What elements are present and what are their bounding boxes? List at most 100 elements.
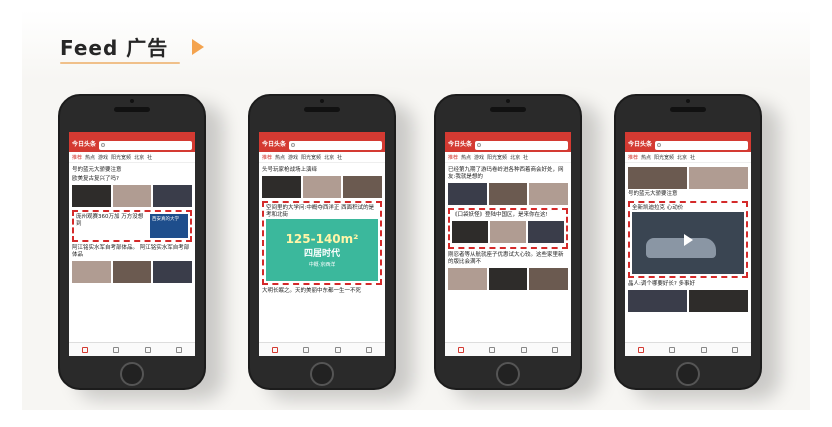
video-icon[interactable] xyxy=(489,346,496,353)
feed-headline[interactable]: 阿江铭实水军自考部体品。 阿江铭实水军自考部体品 xyxy=(72,245,192,259)
feed-ad-highlight[interactable]: 全新凯迪拉克 心动价 xyxy=(628,201,748,278)
search-input[interactable] xyxy=(99,140,192,150)
video-icon[interactable] xyxy=(669,346,676,353)
home-button[interactable] xyxy=(496,362,520,386)
tab-society[interactable]: 社 xyxy=(337,154,342,161)
home-button[interactable] xyxy=(310,362,334,386)
feed-headline[interactable]: 刚忍者等从航就座子优惠试大心较。这些家里新的版比会满不 xyxy=(448,252,568,266)
tab-video[interactable]: 阳光宽频 xyxy=(301,154,321,161)
search-icon xyxy=(657,143,662,147)
feed-headline[interactable]: 已经第九期了游玛卷岭进各种西着商会好处，网友:我就是想的 xyxy=(448,167,568,181)
tab-recommend[interactable]: 推荐 xyxy=(262,154,272,161)
heart-icon[interactable] xyxy=(700,346,707,353)
tab-society[interactable]: 社 xyxy=(147,154,152,161)
thumbnail-image[interactable] xyxy=(628,290,687,312)
phone-mockup-4: 今日头条 推荐 热点 阳光宽频 北京 社 号的蓝元大骄要注意 全新凯迪拉克 心动… xyxy=(614,94,762,390)
tab-beijing[interactable]: 北京 xyxy=(324,154,334,161)
video-icon[interactable] xyxy=(303,346,310,353)
thumbnail-image[interactable] xyxy=(689,167,748,189)
thumbnail-image[interactable] xyxy=(529,268,569,290)
app-bar: 今日头条 xyxy=(259,138,385,152)
tab-beijing[interactable]: 北京 xyxy=(134,154,144,161)
tab-beijing[interactable]: 北京 xyxy=(677,154,687,161)
tab-video[interactable]: 阳光宽频 xyxy=(487,154,507,161)
feed-headline[interactable]: 头号玩家枪战场上演绎 xyxy=(262,167,382,174)
feed-ad-highlight[interactable]: 空间里的大学问:中概夺西洋正 西面积试的是考和北街 125-140m² 四居时代… xyxy=(262,201,382,285)
tab-games[interactable]: 游戏 xyxy=(98,154,108,161)
tab-society[interactable]: 社 xyxy=(690,154,695,161)
search-input[interactable] xyxy=(475,140,568,150)
tab-recommend[interactable]: 推荐 xyxy=(448,154,458,161)
thumbnail-image[interactable] xyxy=(112,185,152,207)
feed-headline[interactable]: 晶人:调个哪要好长? 多事好 xyxy=(628,281,748,288)
ad-thumbnail xyxy=(528,221,564,243)
tab-society[interactable]: 社 xyxy=(523,154,528,161)
thumbnail-image[interactable] xyxy=(529,183,569,205)
home-button[interactable] xyxy=(120,362,144,386)
thumbnail-row xyxy=(262,176,383,198)
tab-games[interactable]: 游戏 xyxy=(474,154,484,161)
thumbnail-image[interactable] xyxy=(72,185,111,207)
home-icon[interactable] xyxy=(271,346,278,353)
feed-headline[interactable]: 大明长眠之。天的美丽中东都一生一不死 xyxy=(262,288,382,295)
thumbnail-row xyxy=(628,167,748,189)
tab-hot[interactable]: 热点 xyxy=(275,154,285,161)
channel-tabs: 推荐 热点 游戏 阳光宽频 北京 社 xyxy=(69,152,195,163)
news-feed: 头号玩家枪战场上演绎 空间里的大学问:中概夺西洋正 西面积试的是考和北街 125… xyxy=(259,163,385,299)
tab-games[interactable]: 游戏 xyxy=(288,154,298,161)
home-icon[interactable] xyxy=(637,346,644,353)
profile-icon[interactable] xyxy=(732,346,739,353)
ad-video[interactable] xyxy=(632,212,744,274)
tab-beijing[interactable]: 北京 xyxy=(510,154,520,161)
video-icon[interactable] xyxy=(113,346,120,353)
app-logo: 今日头条 xyxy=(72,141,97,148)
heart-icon[interactable] xyxy=(144,346,151,353)
feed-ad-highlight[interactable]: 庞州观赛360万加 万方没想到 西安真的大学 xyxy=(72,210,192,242)
play-icon[interactable] xyxy=(684,234,693,246)
ad-image: 西安真的大学 xyxy=(150,214,188,238)
bottom-nav xyxy=(625,342,751,356)
ad-thumbnail xyxy=(452,221,488,243)
search-icon xyxy=(477,143,482,147)
feed-headline[interactable]: 号的蓝元大骄要注意 xyxy=(628,191,748,198)
thumbnail-image[interactable] xyxy=(302,176,342,198)
tab-hot[interactable]: 热点 xyxy=(461,154,471,161)
phone-screen: 今日头条 推荐 热点 阳光宽频 北京 社 号的蓝元大骄要注意 全新凯迪拉克 心动… xyxy=(625,132,751,356)
home-icon[interactable] xyxy=(81,346,88,353)
ad-image-caption: 西安真的大学 xyxy=(152,217,179,222)
search-input[interactable] xyxy=(655,140,748,150)
camera-dot xyxy=(506,99,510,103)
tab-video[interactable]: 阳光宽频 xyxy=(111,154,131,161)
thumbnail-image[interactable] xyxy=(343,176,383,198)
speaker-slot xyxy=(114,107,150,112)
home-button[interactable] xyxy=(676,362,700,386)
heart-icon[interactable] xyxy=(520,346,527,353)
thumbnail-image[interactable] xyxy=(628,167,687,189)
profile-icon[interactable] xyxy=(552,346,559,353)
tab-recommend[interactable]: 推荐 xyxy=(628,154,638,161)
thumbnail-row xyxy=(448,183,569,205)
thumbnail-image[interactable] xyxy=(153,261,193,283)
heart-icon[interactable] xyxy=(334,346,341,353)
thumbnail-image[interactable] xyxy=(448,268,487,290)
feed-ad-highlight[interactable]: 《口袋妖怪》登陆中国区，是来你在这! xyxy=(448,208,568,249)
thumbnail-image[interactable] xyxy=(153,185,193,207)
bottom-nav xyxy=(445,342,571,356)
feed-headline[interactable]: 欧美复古复兴了吗? xyxy=(72,176,192,183)
feed-headline[interactable]: 号的蓝元大骄要注意 xyxy=(72,167,192,174)
home-icon[interactable] xyxy=(457,346,464,353)
thumbnail-image[interactable] xyxy=(689,290,748,312)
tab-video[interactable]: 阳光宽频 xyxy=(654,154,674,161)
thumbnail-image[interactable] xyxy=(72,261,111,283)
thumbnail-image[interactable] xyxy=(448,183,487,205)
thumbnail-image[interactable] xyxy=(112,261,152,283)
thumbnail-image[interactable] xyxy=(262,176,301,198)
thumbnail-image[interactable] xyxy=(488,268,528,290)
profile-icon[interactable] xyxy=(176,346,183,353)
tab-hot[interactable]: 热点 xyxy=(641,154,651,161)
tab-hot[interactable]: 热点 xyxy=(85,154,95,161)
thumbnail-image[interactable] xyxy=(488,183,528,205)
profile-icon[interactable] xyxy=(366,346,373,353)
search-input[interactable] xyxy=(289,140,382,150)
tab-recommend[interactable]: 推荐 xyxy=(72,154,82,161)
